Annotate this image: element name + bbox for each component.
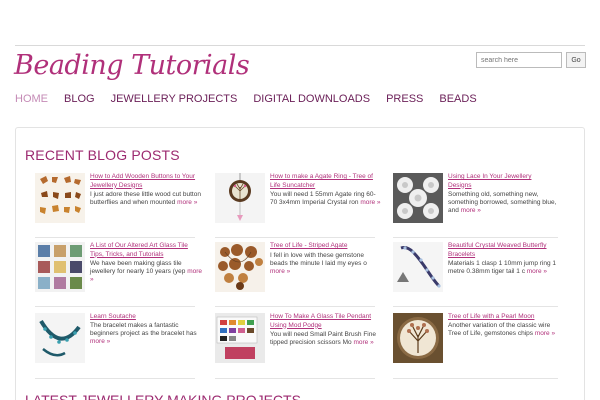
more-link[interactable]: more » bbox=[353, 339, 373, 346]
search-button[interactable]: Go bbox=[566, 52, 586, 68]
row-divider bbox=[35, 306, 195, 307]
post-thumbnail[interactable] bbox=[35, 313, 85, 363]
post-thumbnail[interactable] bbox=[393, 313, 443, 363]
post-excerpt: You will need Small Paint Brush Fine tip… bbox=[270, 331, 376, 346]
post-thumbnail[interactable] bbox=[393, 173, 443, 223]
nav-home[interactable]: HOME bbox=[15, 93, 48, 105]
more-link[interactable]: more » bbox=[360, 199, 380, 206]
latest-projects-heading: LATEST JEWELLERY MAKING PROJECTS bbox=[25, 392, 301, 400]
site-logo[interactable]: Beading Tutorials bbox=[14, 50, 250, 81]
post-card: A List of Our Altered Art Glass Tile Tip… bbox=[35, 242, 202, 302]
search-input[interactable] bbox=[476, 52, 562, 68]
more-link[interactable]: more » bbox=[527, 268, 547, 275]
more-link[interactable]: more » bbox=[270, 268, 290, 275]
post-thumbnail[interactable] bbox=[35, 173, 85, 223]
post-card: Beautiful Crystal Weaved Butterfly Brace… bbox=[393, 242, 556, 302]
row-divider bbox=[393, 378, 558, 379]
post-excerpt: I just adore these little wood cut butto… bbox=[90, 191, 201, 206]
post-card: Learn Soutache The bracelet makes a fant… bbox=[35, 313, 197, 373]
nav-blog[interactable]: BLOG bbox=[64, 93, 95, 105]
post-title-link[interactable]: Tree of Life - Striped Agate bbox=[270, 242, 376, 251]
more-link[interactable]: more » bbox=[535, 330, 555, 337]
post-thumbnail[interactable] bbox=[35, 242, 85, 292]
post-title-link[interactable]: How to make a Agate Ring - Tree of Life … bbox=[270, 173, 376, 190]
row-divider bbox=[215, 237, 375, 238]
row-divider bbox=[393, 237, 558, 238]
post-thumbnail[interactable] bbox=[215, 173, 265, 223]
more-link[interactable]: more » bbox=[461, 207, 481, 214]
recent-posts-heading: RECENT BLOG POSTS bbox=[25, 147, 180, 163]
post-title-link[interactable]: How To Make A Glass Tile Pendant Using M… bbox=[270, 313, 376, 330]
post-thumbnail[interactable] bbox=[215, 242, 265, 292]
post-excerpt: Materials 1 clasp 1 10mm jump ring 1 met… bbox=[448, 260, 557, 275]
row-divider bbox=[215, 306, 375, 307]
post-card: How to make a Agate Ring - Tree of Life … bbox=[215, 173, 381, 233]
nav-digital-downloads[interactable]: DIGITAL DOWNLOADS bbox=[253, 93, 370, 105]
more-link[interactable]: more » bbox=[90, 338, 110, 345]
top-divider bbox=[15, 45, 585, 46]
post-card: How To Make A Glass Tile Pendant Using M… bbox=[215, 313, 376, 373]
post-excerpt: You will need 1 55mm Agate ring 60-70 3x… bbox=[270, 191, 381, 206]
post-title-link[interactable]: Beautiful Crystal Weaved Butterfly Brace… bbox=[448, 242, 554, 259]
row-divider bbox=[393, 306, 558, 307]
search-form: Go bbox=[476, 52, 586, 68]
post-title-link[interactable]: Tree of Life with a Pearl Moon bbox=[448, 313, 554, 322]
post-excerpt: Another variation of the classic wire Tr… bbox=[448, 322, 556, 337]
row-divider bbox=[35, 378, 195, 379]
post-thumbnail[interactable] bbox=[215, 313, 265, 363]
nav-press[interactable]: PRESS bbox=[386, 93, 423, 105]
post-title-link[interactable]: Using Lace In Your Jewellery Designs bbox=[448, 173, 554, 190]
more-link[interactable]: more » bbox=[177, 199, 197, 206]
post-excerpt: I fell in love with these gemstone beads… bbox=[270, 252, 367, 275]
nav-beads[interactable]: BEADS bbox=[439, 93, 476, 105]
post-thumbnail[interactable] bbox=[393, 242, 443, 292]
post-excerpt: We have been making glass tile jewellery… bbox=[90, 260, 202, 283]
post-excerpt: Something old, something new, something … bbox=[448, 191, 557, 214]
post-excerpt: The bracelet makes a fantastic beginners… bbox=[90, 322, 197, 345]
post-card: How to Add Wooden Buttons to Your Jewell… bbox=[35, 173, 201, 233]
row-divider bbox=[35, 237, 195, 238]
row-divider bbox=[215, 378, 375, 379]
main-nav: HOME BLOG JEWELLERY PROJECTS DIGITAL DOW… bbox=[15, 93, 493, 105]
nav-jewellery-projects[interactable]: JEWELLERY PROJECTS bbox=[111, 93, 238, 105]
post-title-link[interactable]: Learn Soutache bbox=[90, 313, 196, 322]
post-card: Tree of Life with a Pearl Moon Another v… bbox=[393, 313, 555, 373]
post-title-link[interactable]: How to Add Wooden Buttons to Your Jewell… bbox=[90, 173, 196, 190]
post-title-link[interactable]: A List of Our Altered Art Glass Tile Tip… bbox=[90, 242, 196, 259]
post-card: Tree of Life - Striped Agate I fell in l… bbox=[215, 242, 375, 302]
post-card: Using Lace In Your Jewellery Designs Som… bbox=[393, 173, 556, 233]
